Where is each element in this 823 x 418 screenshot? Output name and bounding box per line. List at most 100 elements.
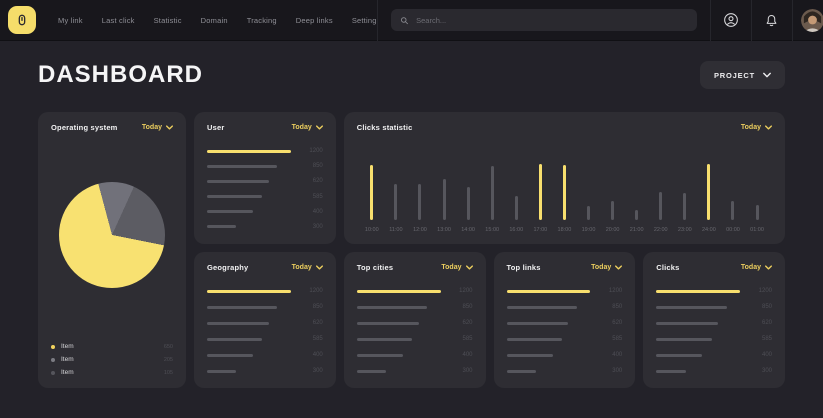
bar <box>507 354 553 357</box>
bar <box>357 306 427 309</box>
time-column: 24:00 <box>697 148 721 233</box>
nav-item-deep-links[interactable]: Deep links <box>296 16 333 25</box>
notifications-button[interactable] <box>751 0 792 41</box>
nav-item-setting[interactable]: Setting <box>352 16 377 25</box>
period-selector[interactable]: Today <box>741 264 772 271</box>
vbar-wrap <box>707 164 710 220</box>
bar-row: 1200 <box>207 148 323 154</box>
time-label: 00:00 <box>726 227 740 233</box>
time-label: 10:00 <box>365 227 379 233</box>
vbar <box>611 201 614 220</box>
period-selector[interactable]: Today <box>142 124 173 131</box>
bar-row: 620 <box>507 320 623 326</box>
bar-value: 400 <box>598 352 622 358</box>
time-column: 19:00 <box>576 148 600 233</box>
nav-item-domain[interactable]: Domain <box>201 16 228 25</box>
time-column: 10:00 <box>360 148 384 233</box>
search-bar[interactable] <box>391 9 697 31</box>
period-selector[interactable]: Today <box>591 264 622 271</box>
bar-value: 850 <box>299 304 323 310</box>
card-operating-system: Operating system Today Item650Item205Ite… <box>38 112 186 388</box>
period-selector[interactable]: Today <box>441 264 472 271</box>
bar <box>656 354 702 357</box>
period-selector[interactable]: Today <box>741 124 772 131</box>
bar-row: 300 <box>357 368 473 374</box>
bar-value: 300 <box>449 368 473 374</box>
time-label: 21:00 <box>630 227 644 233</box>
chevron-down-icon <box>316 265 323 270</box>
time-column: 15:00 <box>480 148 504 233</box>
bar-value: 1200 <box>299 288 323 294</box>
period-selector[interactable]: Today <box>292 264 323 271</box>
bar-value: 620 <box>449 320 473 326</box>
account-icon <box>723 12 739 28</box>
bar-track <box>507 290 591 293</box>
card-geography: Geography Today 1200850620585400300 <box>194 252 336 388</box>
bar-track <box>656 322 740 325</box>
bar <box>357 354 403 357</box>
card-header: Clicks Today <box>656 263 772 272</box>
time-column: 16:00 <box>504 148 528 233</box>
operating-system-pie-chart <box>59 182 165 288</box>
time-label: 22:00 <box>654 227 668 233</box>
bar-track <box>507 354 591 357</box>
avatar-photo <box>801 9 823 32</box>
vbar <box>731 201 734 220</box>
vbar-wrap <box>611 164 614 220</box>
card-header: Operating system Today <box>51 123 173 132</box>
bar-track <box>656 306 740 309</box>
bar-value: 300 <box>299 368 323 374</box>
bar-row: 585 <box>357 336 473 342</box>
period-label: Today <box>292 264 312 271</box>
bar-row: 400 <box>207 352 323 358</box>
nav-item-last-click[interactable]: Last click <box>102 16 135 25</box>
bar-value: 850 <box>449 304 473 310</box>
legend-label: Item <box>61 356 158 363</box>
vbar <box>491 166 494 220</box>
bar-value: 300 <box>748 368 772 374</box>
vbar-wrap <box>731 164 734 220</box>
legend-label: Item <box>61 343 158 350</box>
vbar <box>563 165 566 220</box>
bar-row: 300 <box>507 368 623 374</box>
time-column: 20:00 <box>601 148 625 233</box>
avatar[interactable] <box>801 9 823 32</box>
nav-item-tracking[interactable]: Tracking <box>247 16 277 25</box>
bar <box>656 290 740 293</box>
bar <box>656 322 718 325</box>
time-column: 11:00 <box>384 148 408 233</box>
bar <box>207 225 236 228</box>
nav-item-my-link[interactable]: My link <box>58 16 83 25</box>
time-label: 23:00 <box>678 227 692 233</box>
account-button[interactable] <box>710 0 751 41</box>
vbar <box>370 165 373 220</box>
bar <box>357 370 386 373</box>
app-logo[interactable] <box>8 6 36 34</box>
period-label: Today <box>142 124 162 131</box>
bar-row: 400 <box>207 209 323 215</box>
project-selector[interactable]: PROJECT <box>700 61 785 89</box>
card-title: User <box>207 123 224 132</box>
nav-item-statistic[interactable]: Statistic <box>154 16 182 25</box>
bar-value: 400 <box>748 352 772 358</box>
card-header: Clicks statistic Today <box>357 123 772 132</box>
bar <box>656 338 711 341</box>
bar-row: 850 <box>207 163 323 169</box>
bar-track <box>207 210 291 213</box>
legend-label: Item <box>61 369 158 376</box>
chevron-down-icon <box>615 265 622 270</box>
time-label: 18:00 <box>558 227 572 233</box>
bar-track <box>656 354 740 357</box>
search-input[interactable] <box>414 15 687 26</box>
legend-dot <box>51 358 55 362</box>
bar-track <box>656 338 740 341</box>
time-column: 14:00 <box>456 148 480 233</box>
bar-track <box>507 338 591 341</box>
user-bar-chart: 1200850620585400300 <box>207 148 323 230</box>
time-label: 14:00 <box>461 227 475 233</box>
bar-value: 620 <box>299 320 323 326</box>
bar-track <box>207 290 291 293</box>
bar-value: 620 <box>748 320 772 326</box>
period-selector[interactable]: Today <box>292 124 323 131</box>
bar <box>207 195 262 198</box>
